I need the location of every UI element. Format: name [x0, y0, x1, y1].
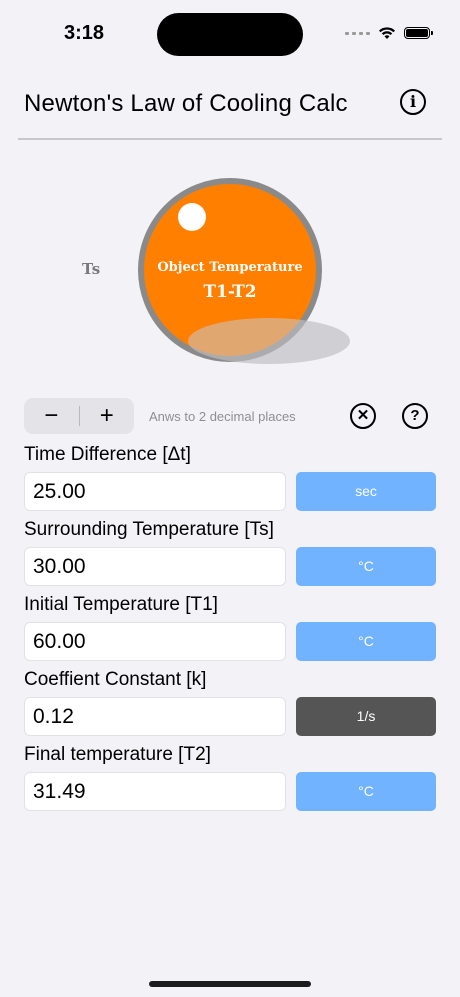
final-temperature-input[interactable]: 31.49	[24, 772, 286, 811]
status-time: 3:18	[64, 22, 105, 44]
increment-button[interactable]: +	[80, 398, 135, 434]
sphere-highlight	[178, 203, 206, 231]
decimal-hint: Anws to 2 decimal places	[149, 409, 296, 424]
header-divider	[18, 138, 442, 140]
home-indicator[interactable]	[149, 981, 311, 987]
page-title: Newton's Law of Cooling Calc	[24, 90, 348, 117]
dynamic-island	[157, 13, 303, 56]
coefficient-unit-button[interactable]: 1/s	[296, 697, 436, 736]
initial-temperature-label: Initial Temperature [T1]	[24, 594, 218, 615]
cellular-signal-icon	[345, 31, 370, 35]
clear-icon[interactable]: ✕	[350, 403, 376, 429]
status-icons	[345, 26, 433, 40]
decimal-stepper: − +	[24, 398, 134, 434]
sphere-shadow-overlay	[188, 318, 350, 364]
decrement-button[interactable]: −	[24, 398, 79, 434]
final-temp-unit-button[interactable]: °C	[296, 772, 436, 811]
surrounding-temperature-input[interactable]: 30.00	[24, 547, 286, 586]
surrounding-temp-label: Ts	[82, 260, 101, 278]
wifi-icon	[379, 27, 395, 39]
coefficient-constant-label: Coeffient Constant [k]	[24, 669, 207, 690]
help-icon[interactable]: ?	[402, 403, 428, 429]
initial-temperature-input[interactable]: 60.00	[24, 622, 286, 661]
object-temperature-label: Object Temperature	[157, 260, 303, 275]
time-unit-button[interactable]: sec	[296, 472, 436, 511]
time-difference-label: Time Difference [Δt]	[24, 444, 191, 465]
initial-temp-unit-button[interactable]: °C	[296, 622, 436, 661]
temperature-difference-label: T1-T2	[203, 282, 257, 302]
surrounding-temperature-label: Surrounding Temperature [Ts]	[24, 519, 274, 540]
coefficient-constant-input[interactable]: 0.12	[24, 697, 286, 736]
final-temperature-label: Final temperature [T2]	[24, 744, 211, 765]
surrounding-temp-unit-button[interactable]: °C	[296, 547, 436, 586]
time-difference-input[interactable]: 25.00	[24, 472, 286, 511]
battery-icon	[404, 27, 433, 39]
info-icon[interactable]: i	[400, 89, 426, 115]
